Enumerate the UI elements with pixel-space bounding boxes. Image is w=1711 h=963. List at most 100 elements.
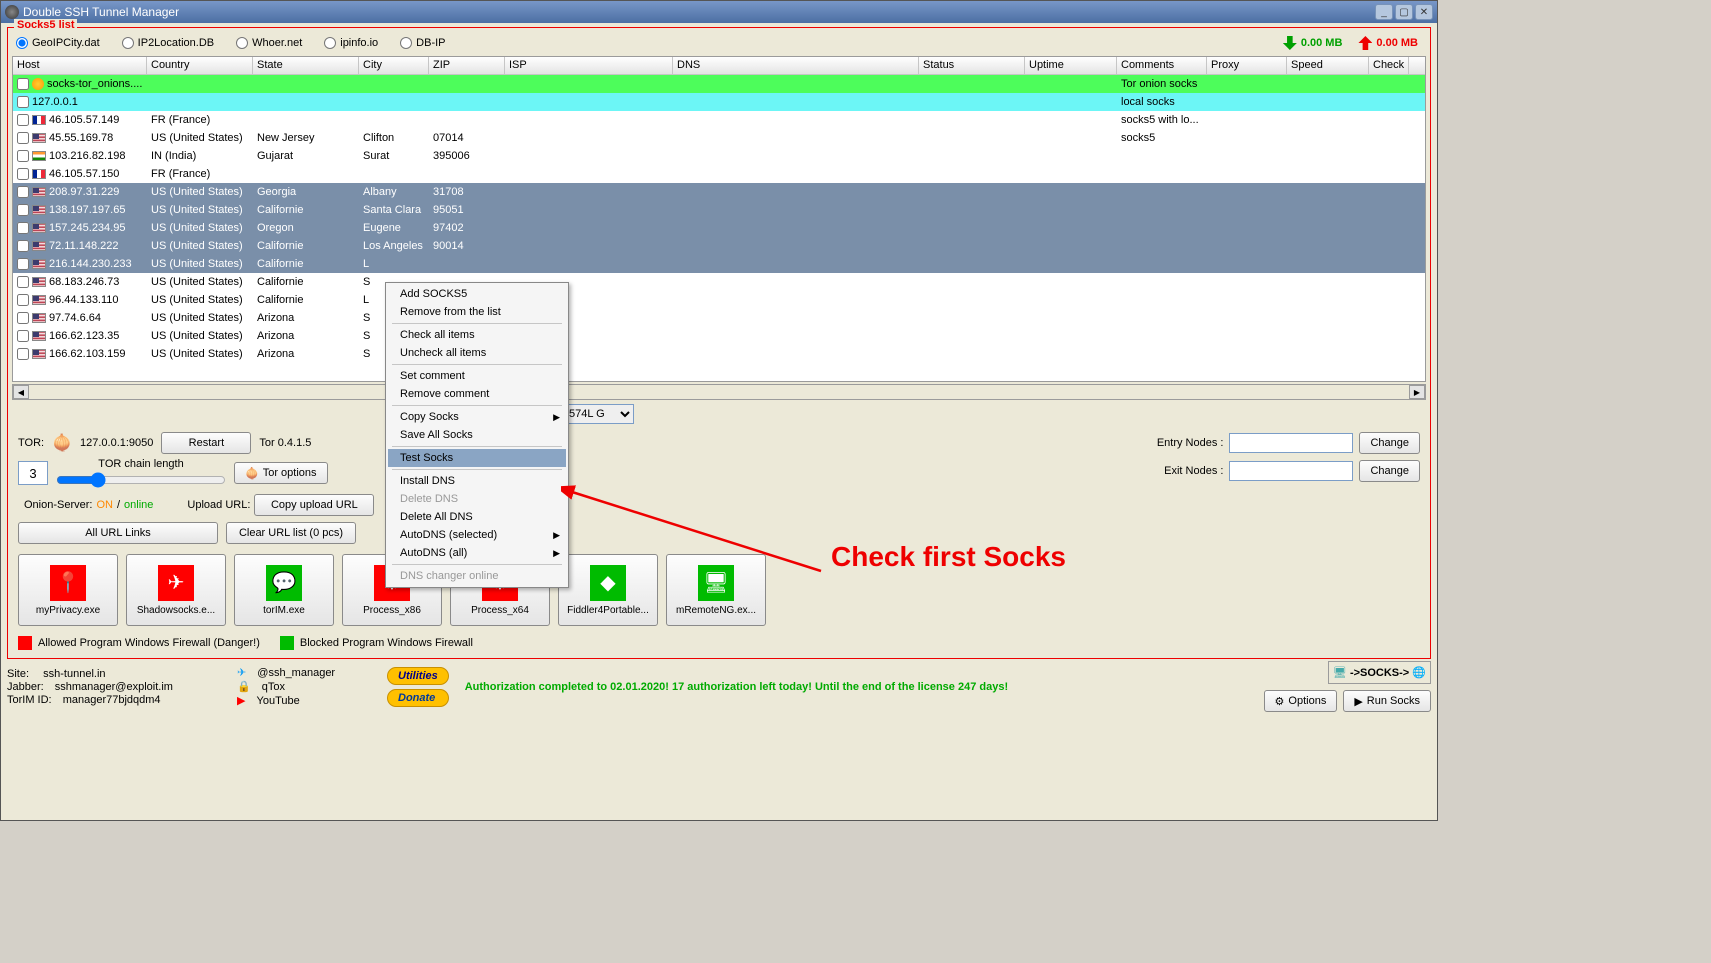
scroll-track[interactable] <box>29 385 1409 399</box>
row-checkbox[interactable] <box>17 276 29 288</box>
utilities-button[interactable]: Utilities <box>387 667 449 685</box>
menu-item[interactable]: Add SOCKS5 <box>388 285 566 303</box>
options-button[interactable]: ⚙Options <box>1264 690 1338 712</box>
menu-item[interactable]: Set comment <box>388 367 566 385</box>
exit-nodes-input[interactable] <box>1229 461 1353 481</box>
tor-options-button[interactable]: 🧅Tor options <box>234 462 328 484</box>
table-row[interactable]: 166.62.123.35US (United States)ArizonaS <box>13 327 1425 345</box>
menu-item[interactable]: AutoDNS (selected)▶ <box>388 526 566 544</box>
column-header[interactable]: Country <box>147 57 253 74</box>
column-header[interactable]: Status <box>919 57 1025 74</box>
column-header[interactable]: Uptime <box>1025 57 1117 74</box>
table-row[interactable]: socks-tor_onions....Tor onion socks <box>13 75 1425 93</box>
table-row[interactable]: 46.105.57.150FR (France) <box>13 165 1425 183</box>
table-row[interactable]: 68.183.246.73US (United States)Californi… <box>13 273 1425 291</box>
app-launcher[interactable]: ◆Fiddler4Portable... <box>558 554 658 626</box>
menu-item[interactable]: Save All Socks <box>388 426 566 444</box>
menu-item[interactable]: Remove comment <box>388 385 566 403</box>
chain-slider[interactable] <box>56 472 226 488</box>
table-row[interactable]: 138.197.197.65US (United States)Californ… <box>13 201 1425 219</box>
geo-radio-3[interactable]: ipinfo.io <box>324 37 378 49</box>
app-launcher[interactable]: 📍myPrivacy.exe <box>18 554 118 626</box>
menu-item[interactable]: Uncheck all items <box>388 344 566 362</box>
maximize-button[interactable]: ▢ <box>1395 4 1413 20</box>
youtube-link[interactable]: YouTube <box>257 695 300 707</box>
clear-url-list-button[interactable]: Clear URL list (0 pcs) <box>226 522 356 544</box>
row-checkbox[interactable] <box>17 114 29 126</box>
column-header[interactable]: ZIP <box>429 57 505 74</box>
site-link[interactable]: ssh-tunnel.in <box>43 668 105 680</box>
row-checkbox[interactable] <box>17 294 29 306</box>
table-row[interactable]: 208.97.31.229US (United States)GeorgiaAl… <box>13 183 1425 201</box>
table-row[interactable]: 97.74.6.64US (United States)ArizonaS <box>13 309 1425 327</box>
torim-link[interactable]: manager77bjdqdm4 <box>63 694 161 706</box>
entry-nodes-input[interactable] <box>1229 433 1353 453</box>
copy-upload-url-button[interactable]: Copy upload URL <box>254 494 374 516</box>
scroll-right-button[interactable]: ▶ <box>1409 385 1425 399</box>
donate-button[interactable]: Donate <box>387 689 449 707</box>
menu-item[interactable]: Test Socks <box>388 449 566 467</box>
row-checkbox[interactable] <box>17 78 29 90</box>
row-checkbox[interactable] <box>17 222 29 234</box>
scroll-left-button[interactable]: ◀ <box>13 385 29 399</box>
row-checkbox[interactable] <box>17 258 29 270</box>
table-row[interactable]: 103.216.82.198IN (India)GujaratSurat3950… <box>13 147 1425 165</box>
menu-item[interactable]: Check all items <box>388 326 566 344</box>
telegram-link[interactable]: @ssh_manager <box>257 667 335 679</box>
restart-button[interactable]: Restart <box>161 432 251 454</box>
geo-radio-1[interactable]: IP2Location.DB <box>122 37 214 49</box>
menu-item[interactable]: Remove from the list <box>388 303 566 321</box>
close-button[interactable]: ✕ <box>1415 4 1433 20</box>
row-checkbox[interactable] <box>17 240 29 252</box>
exit-change-button[interactable]: Change <box>1359 460 1420 482</box>
entry-change-button[interactable]: Change <box>1359 432 1420 454</box>
column-header[interactable]: City <box>359 57 429 74</box>
table-row[interactable]: 96.44.133.110US (United States)Californi… <box>13 291 1425 309</box>
menu-item[interactable]: Delete All DNS <box>388 508 566 526</box>
row-checkbox[interactable] <box>17 186 29 198</box>
tor-label: TOR: <box>18 437 44 449</box>
column-header[interactable]: Proxy <box>1207 57 1287 74</box>
column-header[interactable]: State <box>253 57 359 74</box>
all-url-links-button[interactable]: All URL Links <box>18 522 218 544</box>
app-launcher[interactable]: 💬torIM.exe <box>234 554 334 626</box>
column-header[interactable]: Host <box>13 57 147 74</box>
row-checkbox[interactable] <box>17 348 29 360</box>
menu-item[interactable]: Copy Socks▶ <box>388 408 566 426</box>
horizontal-scrollbar[interactable]: ◀ ▶ <box>12 384 1426 400</box>
row-checkbox[interactable] <box>17 168 29 180</box>
geo-radio-4[interactable]: DB-IP <box>400 37 445 49</box>
table-row[interactable]: 45.55.169.78US (United States)New Jersey… <box>13 129 1425 147</box>
row-checkbox[interactable] <box>17 204 29 216</box>
app-launcher[interactable]: ✈Shadowsocks.e... <box>126 554 226 626</box>
table-row[interactable]: 157.245.234.95US (United States)OregonEu… <box>13 219 1425 237</box>
column-header[interactable]: Comments <box>1117 57 1207 74</box>
row-checkbox[interactable] <box>17 150 29 162</box>
menu-item[interactable]: Install DNS <box>388 472 566 490</box>
menu-item[interactable]: AutoDNS (all)▶ <box>388 544 566 562</box>
jabber-link[interactable]: sshmanager@exploit.im <box>55 681 173 693</box>
filter-select[interactable]: 574L G <box>564 404 634 424</box>
menu-separator <box>392 564 562 565</box>
table-row[interactable]: 216.144.230.233US (United States)Califor… <box>13 255 1425 273</box>
table-row[interactable]: 166.62.103.159US (United States)ArizonaS <box>13 345 1425 363</box>
row-checkbox[interactable] <box>17 312 29 324</box>
column-header[interactable]: Check <box>1369 57 1409 74</box>
run-socks-button[interactable]: ▶Run Socks <box>1343 690 1431 712</box>
column-header[interactable]: ISP <box>505 57 673 74</box>
table-row[interactable]: 127.0.0.1local socks <box>13 93 1425 111</box>
chain-length-input[interactable] <box>18 461 48 485</box>
geo-radio-2[interactable]: Whoer.net <box>236 37 302 49</box>
geo-radio-0[interactable]: GeoIPCity.dat <box>16 37 100 49</box>
column-header[interactable]: Speed <box>1287 57 1369 74</box>
minimize-button[interactable]: _ <box>1375 4 1393 20</box>
row-checkbox[interactable] <box>17 132 29 144</box>
app-launcher[interactable]: 🖥mRemoteNG.ex... <box>666 554 766 626</box>
row-checkbox[interactable] <box>17 96 29 108</box>
qtox-link[interactable]: qTox <box>262 681 285 693</box>
allowed-color-icon <box>18 636 32 650</box>
row-checkbox[interactable] <box>17 330 29 342</box>
table-row[interactable]: 72.11.148.222US (United States)Californi… <box>13 237 1425 255</box>
table-row[interactable]: 46.105.57.149FR (France)socks5 with lo..… <box>13 111 1425 129</box>
column-header[interactable]: DNS <box>673 57 919 74</box>
